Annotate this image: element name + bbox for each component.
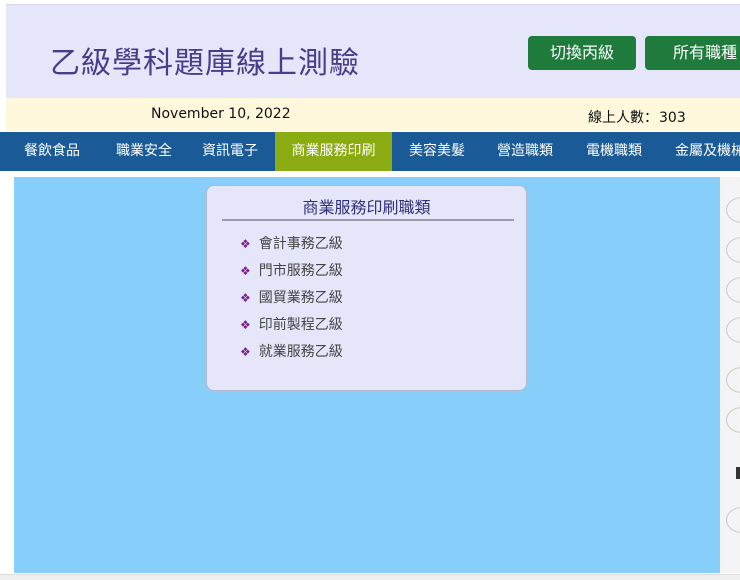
diamond-bullet-icon: ❖: [240, 345, 251, 359]
nav-item-beauty[interactable]: 美容美髮: [392, 132, 482, 171]
decoration-arc: [726, 317, 740, 343]
nav-item-business-printing[interactable]: 商業服務印刷: [275, 132, 392, 171]
diamond-bullet-icon: ❖: [240, 264, 251, 278]
bottom-border: [0, 574, 740, 580]
diamond-bullet-icon: ❖: [240, 318, 251, 332]
category-card: 商業服務印刷職類 ❖ 會計事務乙級 ❖ 門市服務乙級 ❖ 國貿業務乙級 ❖ 印前製程乙級…: [206, 185, 527, 391]
exam-list: ❖ 會計事務乙級 ❖ 門市服務乙級 ❖ 國貿業務乙級 ❖ 印前製程乙級 ❖ 就業服務乙級: [240, 233, 343, 368]
online-users: 線上人數：303: [588, 107, 686, 127]
decoration-arc: [726, 197, 740, 223]
exam-link[interactable]: 印前製程乙級: [259, 317, 343, 333]
nav-item-electrical[interactable]: 電機職類: [568, 132, 660, 171]
diamond-bullet-icon: ❖: [240, 291, 251, 305]
diamond-bullet-icon: ❖: [240, 237, 251, 251]
exam-link[interactable]: 國貿業務乙級: [259, 290, 343, 306]
decoration-mark: [736, 467, 740, 479]
decoration-arc: [726, 367, 740, 393]
exam-link[interactable]: 會計事務乙級: [259, 236, 343, 252]
category-nav: 餐飲食品 職業安全 資訊電子 商業服務印刷 美容美髮 營造職類 電機職類 金屬及…: [0, 132, 740, 171]
site-title: 乙級學科題庫線上測驗: [50, 46, 360, 81]
info-bar: November 10, 2022 線上人數：303: [6, 98, 740, 131]
list-item[interactable]: ❖ 就業服務乙級: [240, 341, 343, 368]
list-item[interactable]: ❖ 印前製程乙級: [240, 314, 343, 341]
exam-link[interactable]: 門市服務乙級: [259, 263, 343, 279]
nav-item-safety[interactable]: 職業安全: [96, 132, 192, 171]
list-item[interactable]: ❖ 國貿業務乙級: [240, 287, 343, 314]
decoration-arc: [726, 507, 740, 533]
nav-item-it-electronics[interactable]: 資訊電子: [185, 132, 275, 171]
side-decoration: [720, 177, 740, 573]
decoration-arc: [726, 237, 740, 263]
nav-item-construction[interactable]: 營造職類: [482, 132, 568, 171]
nav-item-metal-machinery[interactable]: 金屬及機械: [660, 132, 740, 171]
card-divider: [222, 219, 514, 221]
decoration-arc: [726, 277, 740, 303]
online-users-label: 線上人數：: [588, 110, 658, 126]
current-date: November 10, 2022: [151, 106, 291, 122]
card-title: 商業服務印刷職類: [302, 198, 431, 217]
site-header: 乙級學科題庫線上測驗 切換丙級 所有職種: [6, 4, 740, 99]
decoration-arc: [726, 407, 740, 433]
exam-link[interactable]: 就業服務乙級: [259, 344, 343, 360]
all-jobs-button[interactable]: 所有職種: [645, 36, 740, 70]
online-users-count: 303: [659, 110, 686, 126]
switch-level-button[interactable]: 切換丙級: [528, 36, 636, 70]
nav-item-food[interactable]: 餐飲食品: [0, 132, 104, 171]
list-item[interactable]: ❖ 門市服務乙級: [240, 260, 343, 287]
list-item[interactable]: ❖ 會計事務乙級: [240, 233, 343, 260]
